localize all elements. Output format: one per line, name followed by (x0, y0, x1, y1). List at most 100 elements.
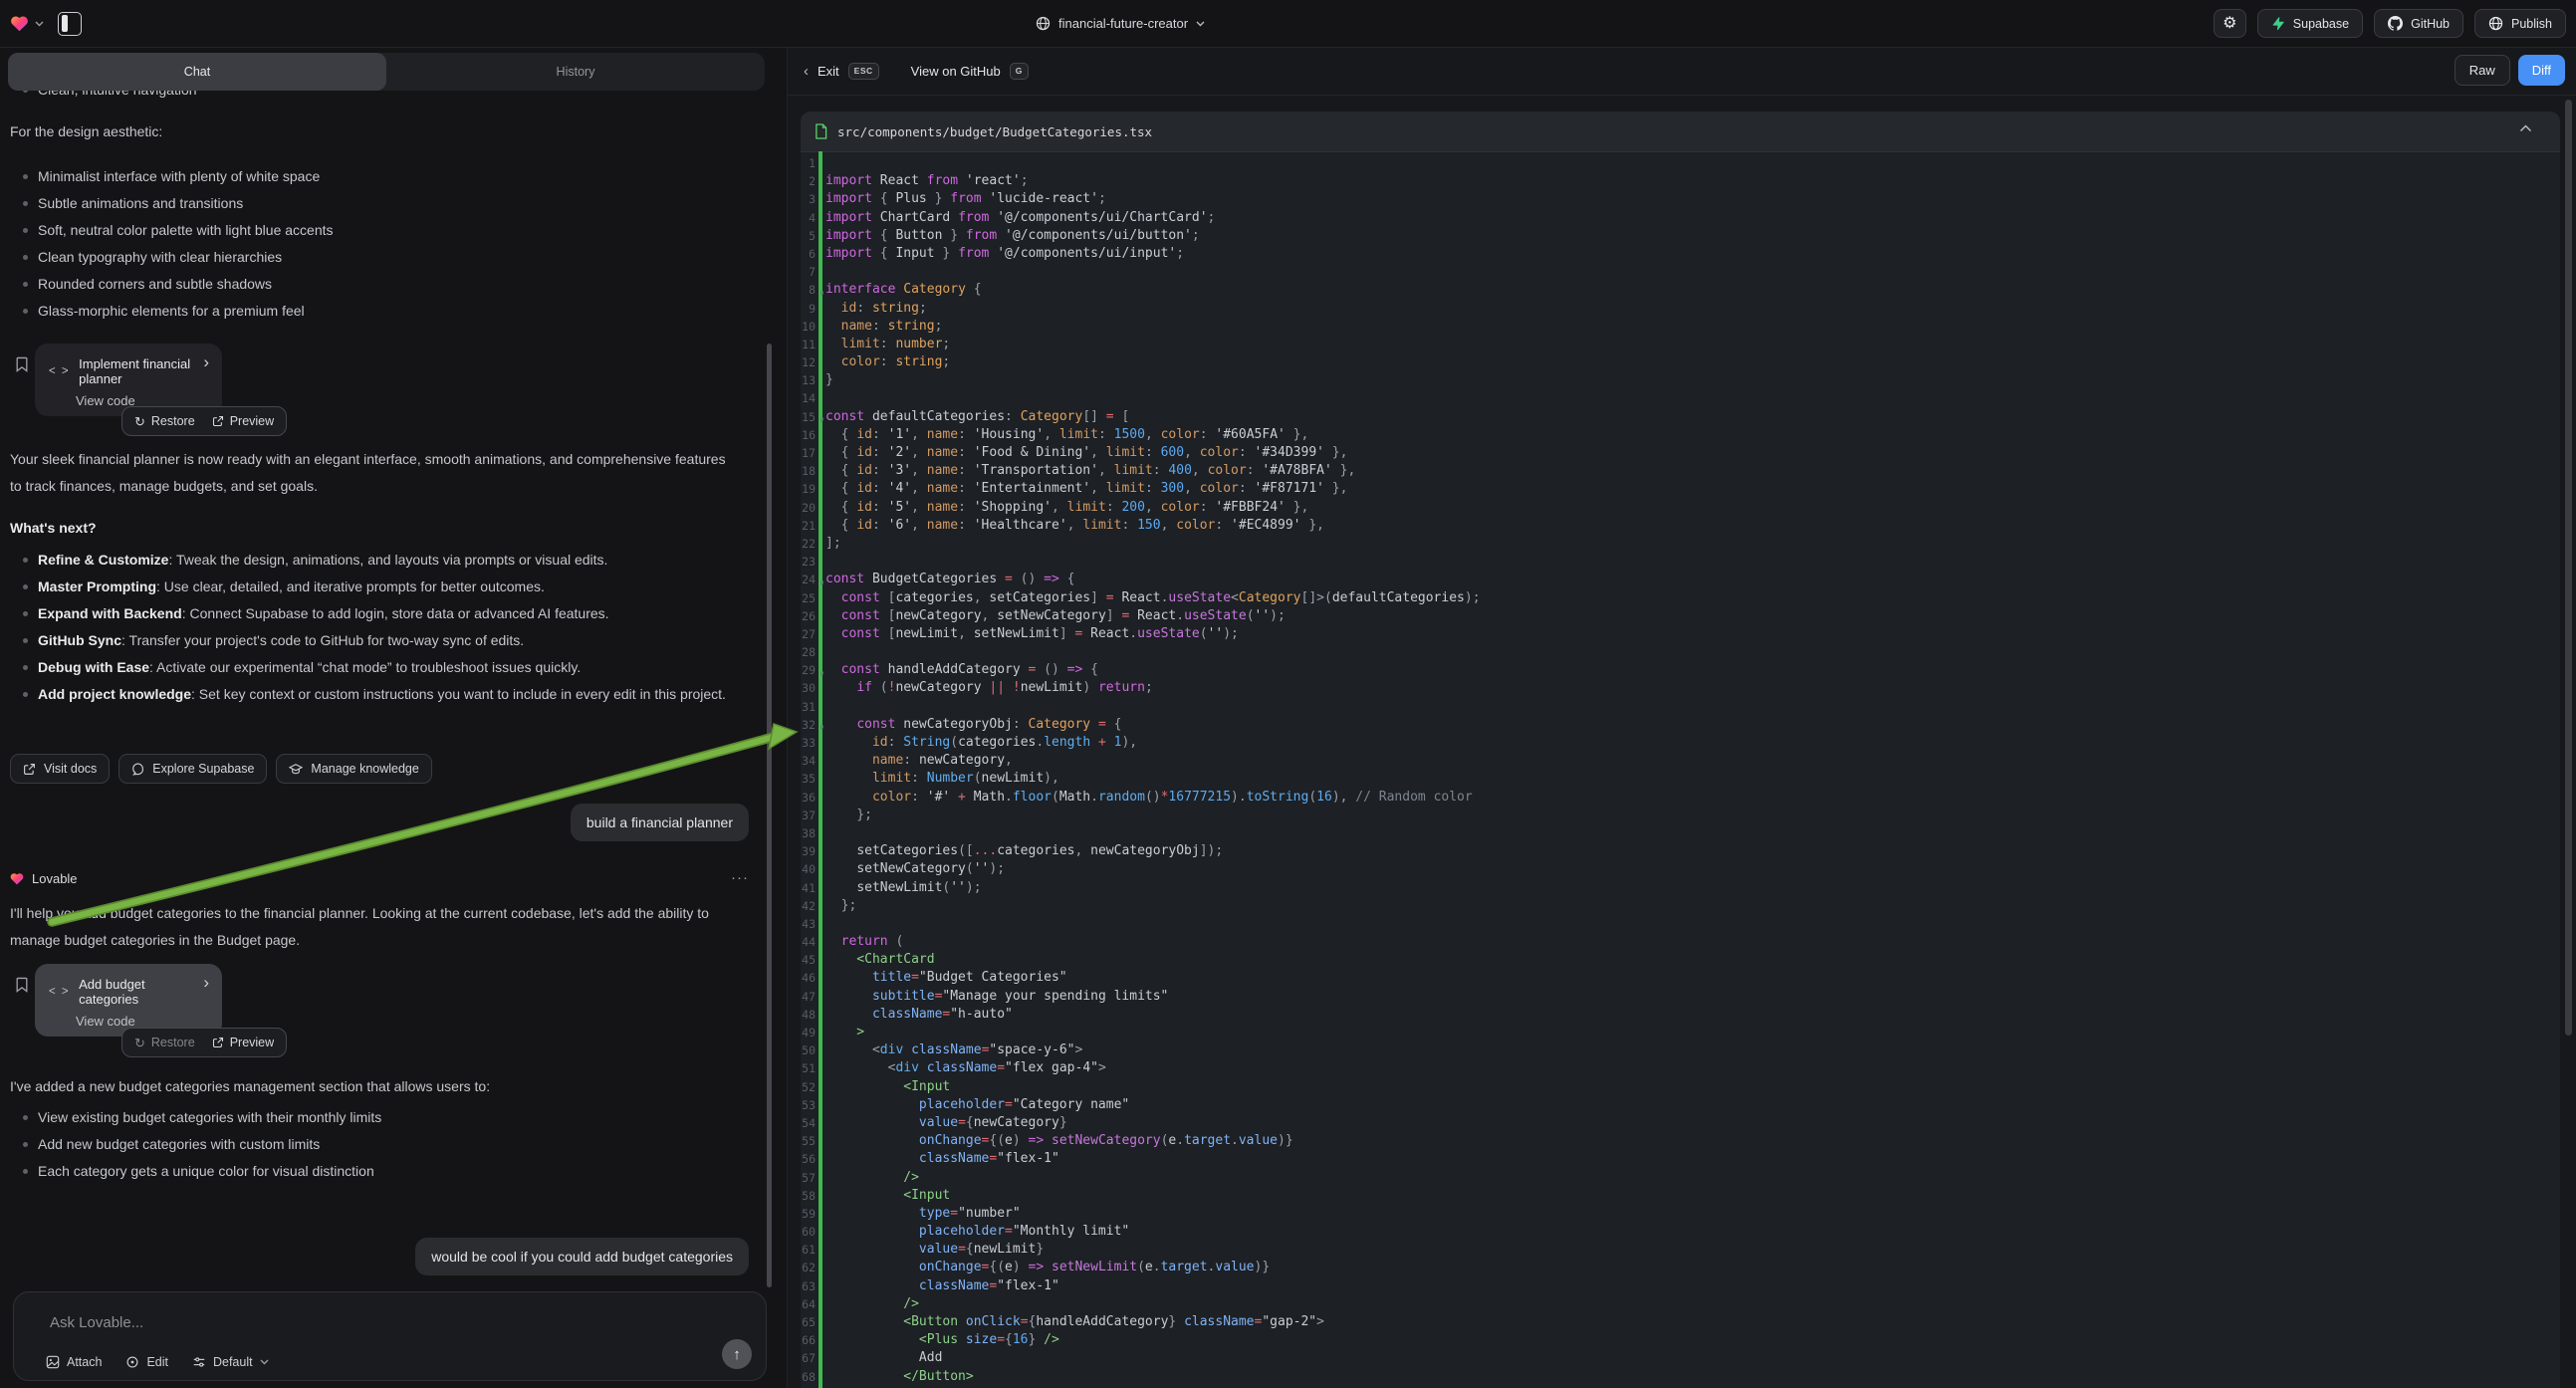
bookmark-icon[interactable] (15, 977, 29, 993)
code-line: 11 limit: number; (801, 336, 2560, 353)
code-line: 39 setCategories([...categories, newCate… (801, 842, 2560, 860)
code-line: 55 onChange={(e) => setNewCategory(e.tar… (801, 1132, 2560, 1150)
publish-button[interactable]: Publish (2474, 9, 2566, 38)
github-button[interactable]: GitHub (2374, 9, 2463, 38)
fold-chevron-icon[interactable]: ∨ (820, 575, 824, 592)
code-line: 21 { id: '6', name: 'Healthcare', limit:… (801, 517, 2560, 535)
restore-preview-chip: ↻ Restore Preview (121, 406, 287, 436)
restore-label: Restore (151, 1036, 195, 1049)
publish-globe-icon (2488, 16, 2503, 31)
code-line: 16 { id: '1', name: 'Housing', limit: 15… (801, 426, 2560, 444)
user-message: build a financial planner (571, 804, 749, 841)
code-editor[interactable]: 12import React from 'react';3import { Pl… (801, 151, 2560, 1388)
sliders-icon (192, 1355, 206, 1369)
raw-toggle-button[interactable]: Raw (2455, 55, 2510, 86)
graduation-cap-icon (289, 763, 303, 776)
code-line: 40 setNewCategory(''); (801, 860, 2560, 878)
code-scrollbar[interactable] (2565, 100, 2572, 1036)
code-line: 22]; (801, 535, 2560, 553)
code-line: 56 className="flex-1" (801, 1150, 2560, 1168)
message-menu-icon[interactable]: ··· (731, 869, 749, 886)
design-bullets: Minimalist interface with plenty of whit… (10, 163, 737, 325)
code-line: 36 color: '#' + Math.floor(Math.random()… (801, 789, 2560, 807)
restore-button[interactable]: ↻ Restore (134, 414, 195, 428)
assistant-paragraph: I'll help you add budget categories to t… (10, 900, 737, 954)
settings-button[interactable]: ⚙ (2214, 9, 2246, 38)
attach-button[interactable]: Attach (46, 1355, 102, 1369)
code-line: 12 color: string; (801, 353, 2560, 371)
code-line: 52 <Input (801, 1078, 2560, 1096)
attach-label: Attach (67, 1355, 102, 1369)
version-card[interactable]: < > Add budget categories › View code (35, 964, 222, 1037)
assistant-paragraph: I've added a new budget categories manag… (10, 1073, 737, 1100)
fold-chevron-icon[interactable]: ∨ (820, 411, 824, 429)
manage-knowledge-button[interactable]: Manage knowledge (276, 754, 431, 784)
sidebar-toggle-icon[interactable] (58, 12, 82, 36)
chat-scrollbar[interactable] (767, 344, 772, 1287)
bookmark-icon[interactable] (15, 356, 29, 372)
code-line: 42 }; (801, 897, 2560, 915)
publish-label: Publish (2511, 17, 2552, 31)
visit-docs-label: Visit docs (44, 762, 97, 776)
code-line: 68 </Button> (801, 1368, 2560, 1386)
external-link-icon (212, 415, 224, 427)
code-line: 57 /> (801, 1169, 2560, 1187)
view-code-link[interactable]: View code (76, 1014, 208, 1029)
preview-button[interactable]: Preview (212, 414, 274, 428)
chat-input[interactable] (48, 1308, 706, 1336)
gear-icon: ⚙ (2223, 16, 2236, 32)
supabase-button[interactable]: Supabase (2257, 9, 2363, 38)
lovable-editor-window: financial-future-creator ⚙ Supabase GitH… (0, 0, 2576, 1388)
list-item: Each category gets a unique color for vi… (10, 1158, 737, 1185)
external-link-icon (212, 1037, 224, 1048)
list-item: View existing budget categories with the… (10, 1104, 737, 1131)
restore-label: Restore (151, 414, 195, 428)
code-line: 43 (801, 915, 2560, 933)
assistant-header: Lovable ··· (10, 871, 749, 886)
code-line: 49 > (801, 1024, 2560, 1041)
preview-button[interactable]: Preview (212, 1036, 274, 1049)
visit-docs-button[interactable]: Visit docs (10, 754, 110, 784)
fold-chevron-icon[interactable]: ∨ (820, 665, 824, 683)
tab-history[interactable]: History (386, 53, 765, 91)
supabase-bolt-icon (2271, 16, 2285, 31)
code-line: 6import { Input } from '@/components/ui/… (801, 245, 2560, 263)
logo-chevron-down-icon[interactable] (35, 21, 44, 27)
code-line: 45 <ChartCard (801, 951, 2560, 969)
code-line: 38 (801, 824, 2560, 842)
code-line: 27 const [newLimit, setNewLimit] = React… (801, 625, 2560, 643)
mode-select[interactable]: Default (192, 1355, 269, 1369)
design-aesthetic-heading: For the design aesthetic: (10, 118, 737, 145)
exit-button[interactable]: ‹ Exit ESC (804, 63, 879, 80)
code-line: 20 { id: '5', name: 'Shopping', limit: 2… (801, 499, 2560, 517)
code-line: 44 return ( (801, 933, 2560, 951)
github-label: GitHub (2411, 17, 2450, 31)
code-line: 58 <Input (801, 1187, 2560, 1205)
composer: Attach Edit Default ↑ (13, 1291, 767, 1381)
user-message: would be cool if you could add budget ca… (415, 1238, 749, 1275)
send-button[interactable]: ↑ (722, 1339, 752, 1369)
view-on-github-button[interactable]: View on GitHub G (911, 63, 1029, 80)
edit-button[interactable]: Edit (125, 1355, 168, 1369)
code-line: 33 id: String(categories.length + 1), (801, 734, 2560, 752)
top-bar: financial-future-creator ⚙ Supabase GitH… (0, 0, 2576, 48)
list-item: Add project knowledge: Set key context o… (10, 681, 737, 708)
preview-label: Preview (230, 414, 274, 428)
collapse-chevron-up-icon[interactable] (2519, 124, 2532, 132)
tab-chat[interactable]: Chat (8, 53, 386, 91)
code-line: 7 (801, 263, 2560, 281)
version-title: Implement financial planner (79, 356, 208, 386)
diff-toggle-button[interactable]: Diff (2518, 55, 2565, 86)
restore-button[interactable]: ↻ Restore (134, 1036, 195, 1049)
fold-chevron-icon[interactable]: ∨ (820, 719, 824, 737)
explore-supabase-button[interactable]: Explore Supabase (118, 754, 267, 784)
assistant-paragraph: Your sleek financial planner is now read… (10, 446, 737, 500)
file-header[interactable]: src/components/budget/BudgetCategories.t… (801, 112, 2560, 152)
explore-supabase-label: Explore Supabase (152, 762, 254, 776)
fold-chevron-icon[interactable]: ∨ (820, 285, 824, 303)
supabase-label: Supabase (2293, 17, 2349, 31)
lovable-logo-icon[interactable] (10, 15, 29, 32)
file-icon (815, 123, 827, 139)
code-line: 48 className="h-auto" (801, 1006, 2560, 1024)
project-switcher[interactable]: financial-future-creator (1036, 0, 1205, 47)
